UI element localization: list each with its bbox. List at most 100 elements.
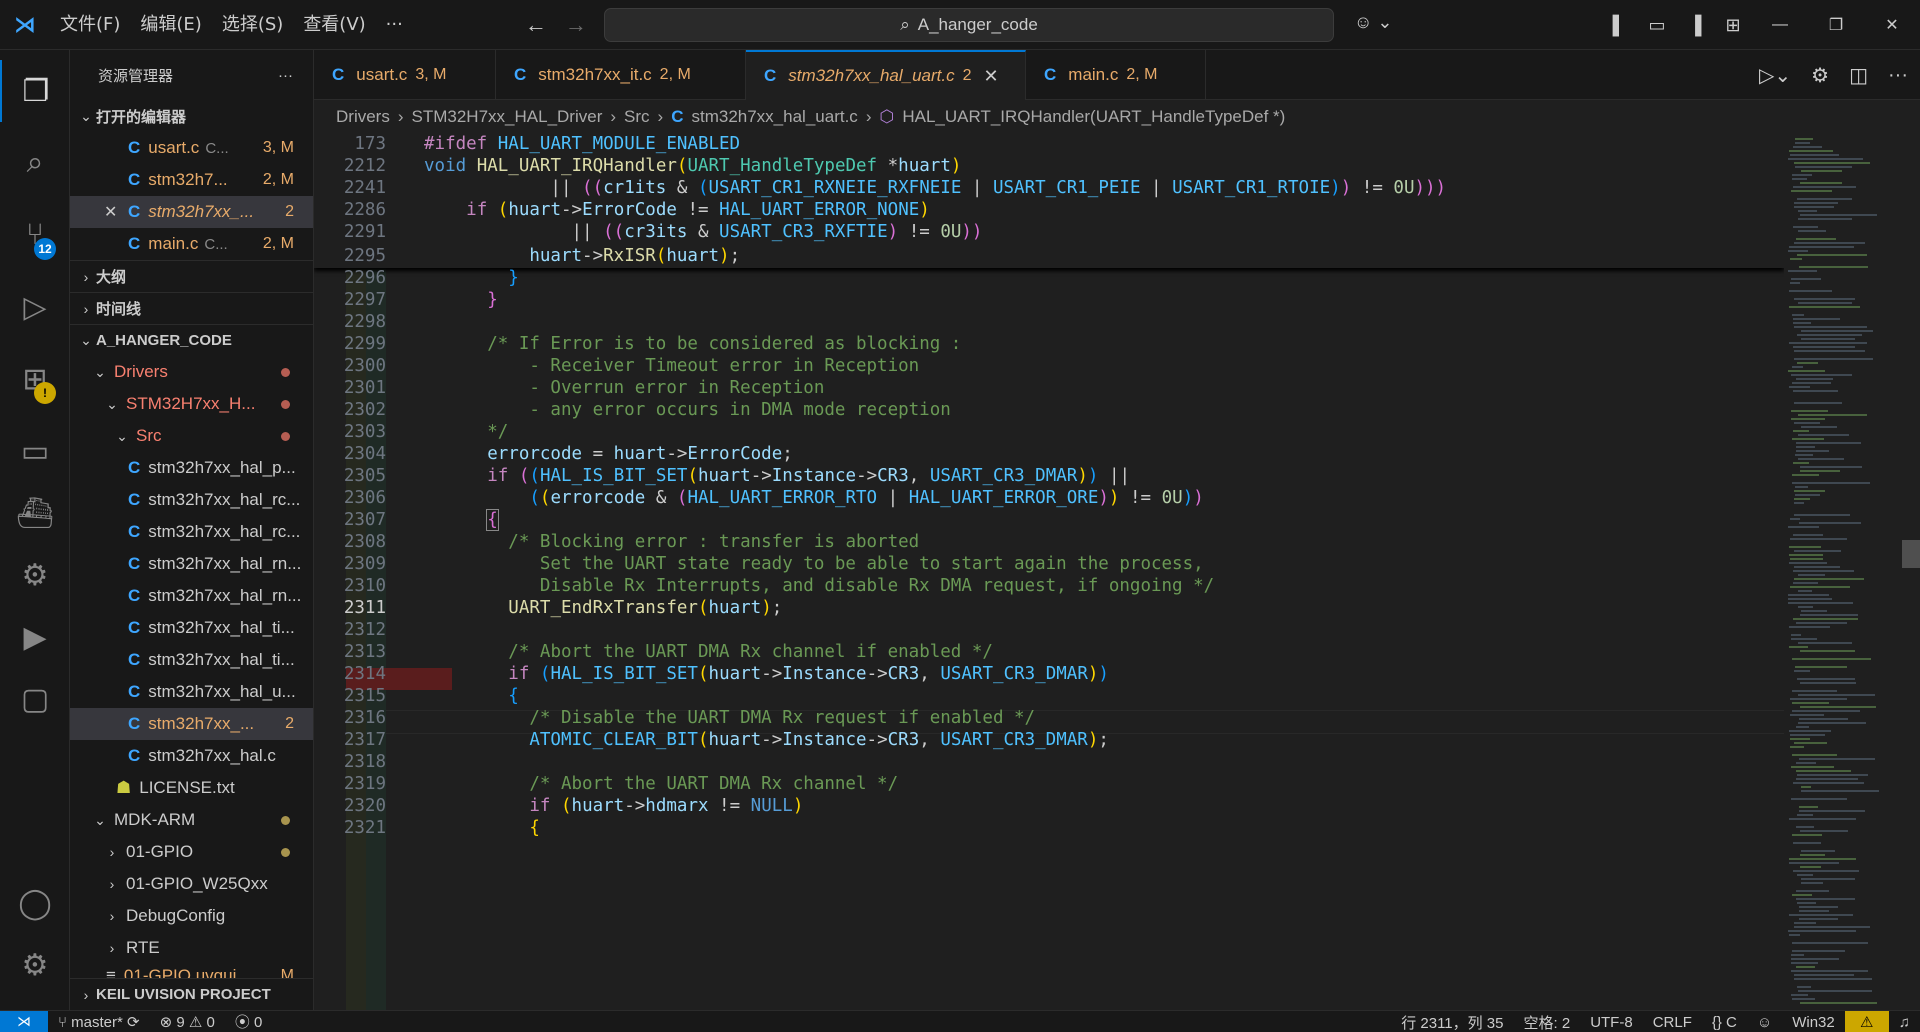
minimap-line (1794, 550, 1841, 552)
split-editor-icon[interactable]: ◫ (1849, 63, 1868, 88)
minimap[interactable] (1784, 134, 1904, 1010)
minimap-line (1789, 546, 1821, 548)
folder-drivers[interactable]: ⌄ Drivers (70, 356, 313, 388)
run-debug-icon[interactable]: ▷ (0, 276, 70, 338)
folder-hal-driver[interactable]: ⌄ STM32H7xx_H... (70, 388, 313, 420)
breadcrumb-item[interactable]: Src (624, 107, 650, 127)
minimap-line (1791, 958, 1839, 960)
extensions-icon[interactable]: ⊞! (0, 348, 70, 410)
file-item[interactable]: Cstm32h7xx_hal_p... (70, 452, 313, 484)
outline-header[interactable]: › 大纲 (70, 260, 313, 292)
problems-status[interactable]: ⊗ 9 ⚠ 0 (150, 1013, 225, 1031)
source-control-icon[interactable]: ⑂ 12 (0, 204, 70, 266)
close-icon[interactable]: ✕ (104, 202, 128, 222)
menu-file[interactable]: 文件(F) (50, 8, 130, 42)
notifications-bell-icon[interactable]: ♫ (1889, 1014, 1920, 1031)
open-editors-header[interactable]: ⌄ 打开的编辑器 (70, 100, 313, 132)
c-config-status[interactable]: Win32 (1782, 1014, 1845, 1031)
chat-icon[interactable]: ▢ (0, 668, 70, 730)
toggle-panel-icon[interactable]: ▭ (1638, 15, 1676, 36)
file-item[interactable]: Cstm32h7xx_hal.c (70, 740, 313, 772)
search-view-icon[interactable]: ⌕ (0, 132, 70, 194)
command-center-search[interactable]: ⌕ A_hanger_code (604, 8, 1334, 42)
folder-src[interactable]: ⌄ Src (70, 420, 313, 452)
copilot-status-icon[interactable]: ☺ (1747, 1014, 1782, 1031)
close-icon[interactable]: ✕ (984, 66, 999, 87)
code-editor[interactable]: 173 #ifdef HAL_UART_MODULE_ENABLED 2212 … (314, 134, 1784, 1010)
branch-status[interactable]: ⑂ master* ⟳ (48, 1013, 150, 1031)
warning-count: 0 (206, 1013, 215, 1031)
encoding-status[interactable]: UTF-8 (1580, 1014, 1643, 1031)
explorer-more-icon[interactable]: ··· (278, 67, 293, 84)
minimap-line (1789, 626, 1830, 628)
minimize-icon[interactable]: — (1752, 16, 1808, 34)
file-item-selected[interactable]: Cstm32h7xx_... 2 (70, 708, 313, 740)
minimap-line (1800, 182, 1842, 184)
run-debug-dropdown-icon[interactable]: ▷⌄ (1759, 63, 1791, 88)
tab-stm32h7xx-hal-uart-c[interactable]: Cstm32h7xx_hal_uart.c 2 ✕ (746, 50, 1026, 100)
toggle-secondary-sidebar-icon[interactable]: ▐ (1676, 15, 1714, 36)
file-item[interactable]: Cstm32h7xx_hal_ti... (70, 644, 313, 676)
remote-explorer-icon[interactable]: ▭ (0, 420, 70, 482)
file-item[interactable]: Cstm32h7xx_hal_rc... (70, 516, 313, 548)
explorer-icon[interactable]: ❐ (0, 60, 70, 122)
folder-mdk-arm[interactable]: ⌄ MDK-ARM (70, 804, 313, 836)
menu-selection[interactable]: 选择(S) (212, 8, 293, 42)
c-file-icon: C (671, 107, 684, 126)
tab-usart-c[interactable]: Cusart.c 3, M (314, 50, 496, 100)
forward-arrow-icon[interactable]: → (565, 12, 587, 38)
warning-status-icon[interactable]: ⚠ (1844, 1011, 1889, 1032)
tab-stm32h7xx-it-c[interactable]: Cstm32h7xx_it.c 2, M (496, 50, 746, 100)
folder-item[interactable]: › 01-GPIO (70, 836, 313, 868)
file-item[interactable]: Cstm32h7xx_hal_ti... (70, 612, 313, 644)
cursor-position[interactable]: 行 2311，列 35 (1391, 1012, 1513, 1032)
open-editor-item[interactable]: C usart.c C... 3, M (70, 132, 313, 164)
project-header[interactable]: ⌄ A_HANGER_CODE (70, 324, 313, 356)
file-item[interactable]: Cstm32h7xx_hal_u... (70, 676, 313, 708)
restore-icon[interactable]: ❐ (1808, 15, 1864, 35)
embedded-tools-icon[interactable]: ⚙ (0, 544, 70, 606)
breadcrumb-item[interactable]: STM32H7xx_HAL_Driver (412, 107, 603, 127)
folder-item[interactable]: › RTE (70, 932, 313, 964)
folder-item[interactable]: › 01-GPIO_W25Qxx (70, 868, 313, 900)
timeline-header[interactable]: › 时间线 (70, 292, 313, 324)
remote-indicator-icon[interactable]: ⋊ (0, 1010, 48, 1032)
file-item[interactable]: ☗ LICENSE.txt (70, 772, 313, 804)
line-number: 2312 (343, 620, 386, 640)
open-editor-item[interactable]: C main.c C... 2, M (70, 228, 313, 260)
language-status[interactable]: {} C (1702, 1014, 1747, 1031)
breadcrumb-item[interactable]: Drivers (336, 107, 390, 127)
more-actions-icon[interactable]: ··· (1888, 64, 1908, 87)
folder-item[interactable]: › DebugConfig (70, 900, 313, 932)
eol-status[interactable]: CRLF (1643, 1014, 1702, 1031)
indentation-status[interactable]: 空格: 2 (1514, 1012, 1581, 1032)
file-name: stm32h7xx_hal_rn... (148, 586, 302, 605)
menu-more[interactable]: ··· (376, 8, 413, 42)
scrollbar-thumb[interactable] (1902, 540, 1920, 568)
file-item[interactable]: Cstm32h7xx_hal_rn... (70, 580, 313, 612)
settings-gear-icon[interactable]: ⚙ (1811, 63, 1829, 88)
close-window-icon[interactable]: ✕ (1864, 15, 1920, 35)
c-file-icon: C (128, 746, 141, 765)
terminal-icon[interactable]: ▶ (0, 606, 70, 668)
vertical-scrollbar[interactable] (1904, 134, 1920, 1010)
file-item[interactable]: Cstm32h7xx_hal_rc... (70, 484, 313, 516)
open-editor-item[interactable]: C stm32h7... 2, M (70, 164, 313, 196)
menu-view[interactable]: 查看(V) (293, 8, 375, 42)
copilot-icon[interactable]: ☺ ⌄ (1354, 12, 1392, 33)
file-item[interactable]: Cstm32h7xx_hal_rn... (70, 548, 313, 580)
settings-gear-icon[interactable]: ⚙ (0, 934, 70, 996)
tab-main-c[interactable]: Cmain.c 2, M (1026, 50, 1206, 100)
ports-status[interactable]: ⦿ 0 (225, 1011, 273, 1032)
toggle-sidebar-icon[interactable]: ▌ (1600, 15, 1638, 36)
docker-icon[interactable]: ⛴ (0, 482, 70, 544)
open-editor-item-active[interactable]: ✕ C stm32h7xx_... 2 (70, 196, 313, 228)
breadcrumb-item[interactable]: stm32h7xx_hal_uart.c (691, 107, 857, 127)
accounts-icon[interactable]: ◯ (0, 872, 70, 934)
keil-project-header[interactable]: › KEIL UVISION PROJECT (70, 978, 313, 1010)
customize-layout-icon[interactable]: ⊞ (1714, 15, 1752, 36)
back-arrow-icon[interactable]: ← (525, 12, 547, 38)
breadcrumb-item[interactable]: HAL_UART_IRQHandler(UART_HandleTypeDef *… (902, 107, 1285, 127)
menu-edit[interactable]: 编辑(E) (130, 8, 211, 42)
chevron-right-icon: › (109, 908, 115, 924)
